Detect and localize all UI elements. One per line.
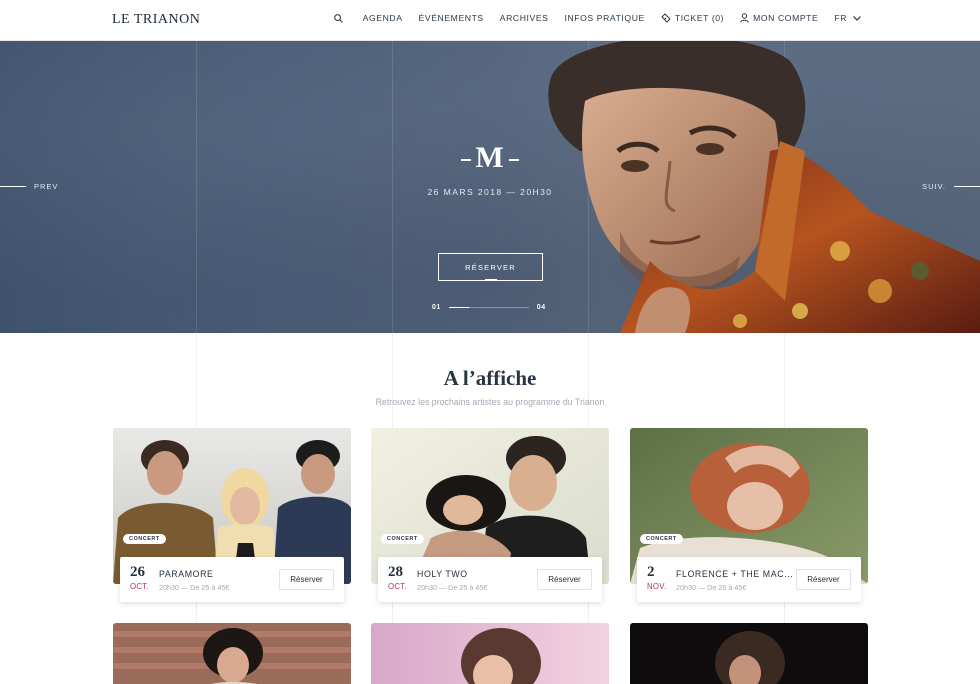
nav-ticket[interactable]: TICKET (0) xyxy=(661,13,724,23)
event-month: NOV. xyxy=(647,582,667,591)
event-info: 26 OCT. PARAMORE 20h30 — De 25 à 45€ Rés… xyxy=(120,557,344,602)
nav-agenda[interactable]: AGENDA xyxy=(363,13,403,23)
pager-progress-fill xyxy=(448,307,469,308)
hero-date: 26 MARS 2018 — 20H30 xyxy=(427,187,553,197)
event-name[interactable]: FLORENCE + THE MAC... xyxy=(676,569,798,579)
site-header: LE TRIANON AGENDA ÉVÉNEMENTS ARCHIVES IN… xyxy=(0,0,980,41)
event-meta: 20h30 — De 25 à 45€ xyxy=(159,583,230,592)
event-name[interactable]: HOLY TWO xyxy=(417,569,539,579)
language-label: FR xyxy=(834,13,847,23)
chevron-down-icon xyxy=(853,15,861,21)
hero-prev-label: PREV xyxy=(34,182,59,191)
event-tag: CONCERT xyxy=(123,534,166,544)
nav-ticket-label: TICKET (0) xyxy=(674,13,725,23)
site-logo[interactable]: LE TRIANON xyxy=(112,12,200,28)
reserve-button[interactable]: Réserver xyxy=(537,569,592,590)
artist-portrait xyxy=(548,41,980,333)
user-icon xyxy=(740,13,749,23)
event-card[interactable]: CONCERT 2 NOV. FLORENCE + THE MAC... 20h… xyxy=(630,428,868,602)
main-nav: AGENDA ÉVÉNEMENTS ARCHIVES INFOS PRATIQU… xyxy=(333,13,865,23)
event-image[interactable] xyxy=(113,623,351,684)
nav-evenements[interactable]: ÉVÉNEMENTS xyxy=(419,13,484,23)
hero-title: M xyxy=(390,141,590,175)
pager-progress-track xyxy=(448,307,529,308)
hero-pager: 01 04 xyxy=(432,304,546,311)
section-subtitle: Retrouvez les prochains artistes au prog… xyxy=(375,397,605,407)
hero-slider: M 26 MARS 2018 — 20H30 RÉSERVER PREV SUI… xyxy=(0,41,980,333)
event-info: 28 OCT. HOLY TWO 20h30 — De 25 à 45€ Rés… xyxy=(378,557,602,602)
pager-total: 04 xyxy=(536,304,546,311)
event-card[interactable]: CONCERT 28 OCT. HOLY TWO 20h30 — De 25 à… xyxy=(371,428,609,602)
event-card[interactable] xyxy=(113,623,351,684)
event-day: 2 xyxy=(647,564,655,580)
search-icon[interactable] xyxy=(333,13,347,23)
event-image[interactable] xyxy=(630,623,868,684)
hero-reserve-button[interactable]: RÉSERVER xyxy=(438,253,543,281)
event-day: 26 xyxy=(130,564,145,580)
event-day: 28 xyxy=(388,564,403,580)
language-select[interactable]: FR xyxy=(834,13,865,23)
event-image[interactable] xyxy=(371,623,609,684)
reserve-button[interactable]: Réserver xyxy=(279,569,334,590)
event-tag: CONCERT xyxy=(381,534,424,544)
nav-archives[interactable]: ARCHIVES xyxy=(500,13,549,23)
event-card[interactable] xyxy=(630,623,868,684)
hero-prev-button[interactable]: PREV xyxy=(0,182,58,191)
event-month: OCT. xyxy=(388,582,407,591)
event-month: OCT. xyxy=(130,582,149,591)
nav-account[interactable]: MON COMPTE xyxy=(740,13,818,23)
event-card[interactable]: CONCERT 26 OCT. PARAMORE 20h30 — De 25 à… xyxy=(113,428,351,602)
hero-next-button[interactable]: SUIV. xyxy=(922,182,980,191)
ticket-icon xyxy=(661,13,671,23)
event-tag: CONCERT xyxy=(640,534,683,544)
nav-account-label: MON COMPTE xyxy=(753,13,819,23)
event-info: 2 NOV. FLORENCE + THE MAC... 20h30 — De … xyxy=(637,557,861,602)
hero-next-label: SUIV. xyxy=(922,182,946,191)
nav-infos-pratique[interactable]: INFOS PRATIQUE xyxy=(565,13,645,23)
event-meta: 20h30 — De 25 à 45€ xyxy=(676,583,747,592)
reserve-button[interactable]: Réserver xyxy=(796,569,851,590)
section-title: A l’affiche xyxy=(443,366,537,390)
event-meta: 20h30 — De 25 à 45€ xyxy=(417,583,488,592)
pager-current: 01 xyxy=(432,304,441,311)
event-card[interactable] xyxy=(371,623,609,684)
event-name[interactable]: PARAMORE xyxy=(159,569,281,579)
